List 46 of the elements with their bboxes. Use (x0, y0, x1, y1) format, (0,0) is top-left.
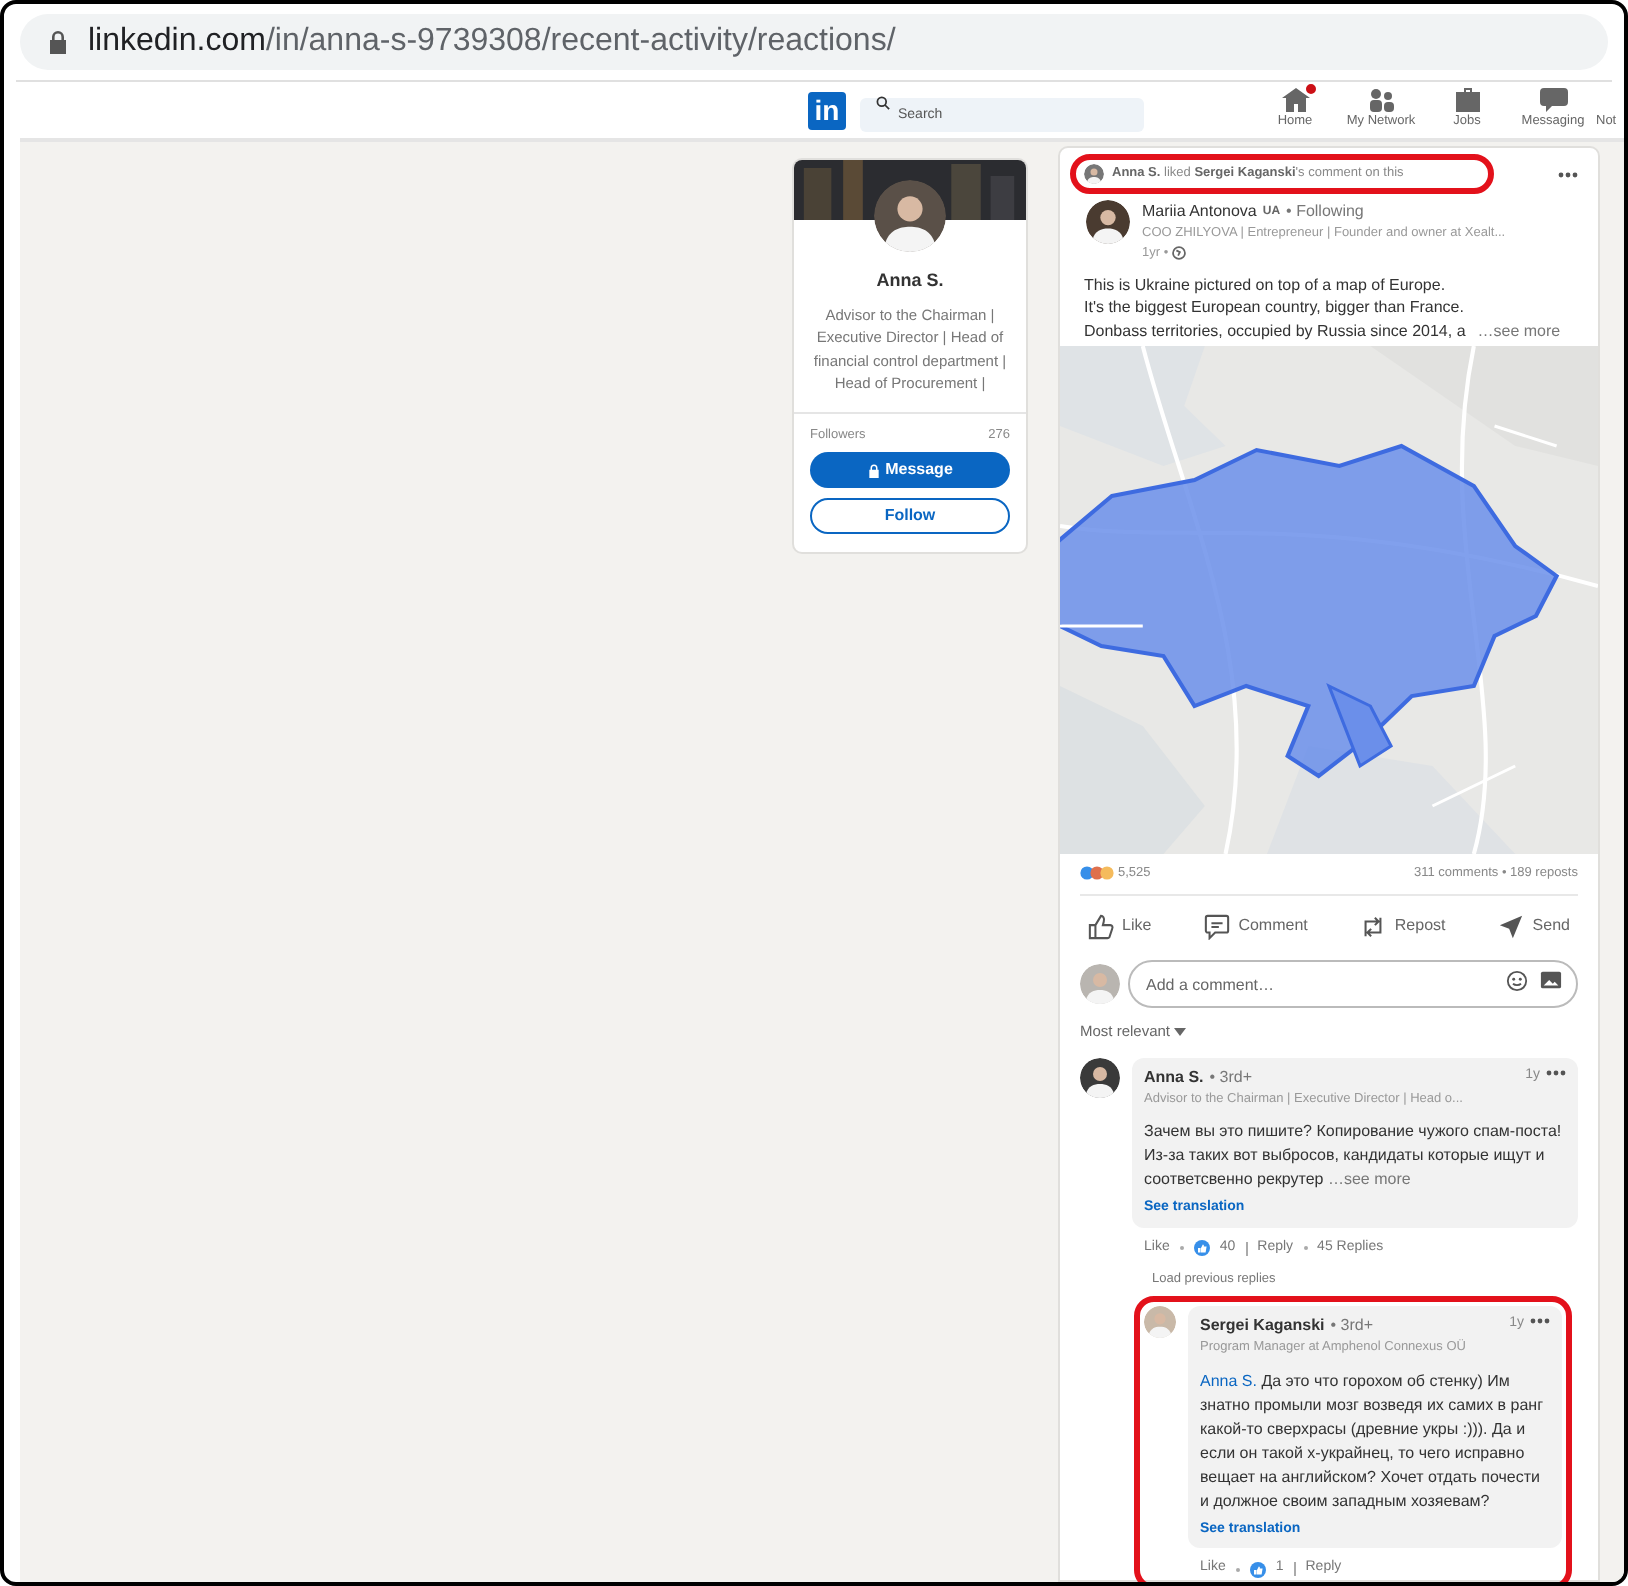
avatar[interactable] (874, 180, 946, 252)
avatar[interactable] (1080, 1057, 1120, 1097)
chat-bubble-icon (1539, 88, 1567, 113)
emoji-icon[interactable] (1506, 969, 1528, 992)
post-text-line: It's the biggest European country, bigger than France. (1084, 296, 1464, 319)
profile-name[interactable]: Anna S. (810, 268, 1010, 295)
like-reaction-icon (1249, 1561, 1266, 1577)
home-icon (1281, 88, 1309, 113)
follow-button[interactable]: Follow (810, 498, 1010, 535)
connection-degree: • 3rd+ (1209, 1065, 1253, 1089)
paper-plane-icon (1498, 913, 1525, 940)
following-status: • Following (1286, 200, 1364, 224)
lock-icon (48, 30, 68, 54)
post-action-button[interactable]: Like (1088, 907, 1152, 946)
post-action-button[interactable]: Repost (1360, 907, 1446, 946)
avatar[interactable] (1086, 200, 1130, 244)
search-icon (876, 96, 890, 110)
comment-field[interactable]: Add a comment… (1128, 960, 1578, 1009)
caret-icon (1174, 1027, 1187, 1036)
speech-bubble-icon (1204, 913, 1231, 940)
comment-text: Зачем вы это пишите? Копирование чужого спам-поста! Из-за таких вот выбросов, кандидаты которые ищут и соответсвенно рекрутер …see more (1144, 1120, 1564, 1193)
logo[interactable]: in (808, 91, 846, 129)
author-name[interactable]: Mariia Antonova (1142, 200, 1257, 224)
briefcase-icon (1453, 88, 1481, 113)
more-icon[interactable] (1558, 171, 1578, 177)
repost-arrows-icon (1360, 913, 1387, 940)
see-more-link[interactable]: …see more (1477, 319, 1561, 342)
commenter-name[interactable]: Sergei Kaganski (1200, 1314, 1325, 1338)
more-icon[interactable] (1530, 1318, 1550, 1324)
like-reaction-icon (1193, 1240, 1210, 1256)
commenter-name[interactable]: Anna S. (1144, 1065, 1204, 1089)
lock-icon (867, 463, 880, 478)
comment-text: Anna S. Да это что горохом об стенку) Им знатно промыли мозг возведя их самих в ранг какой-то сверхрасы (древние укры :))). Да и если он такой х-украйнец, то чего исправно вещает на английском? Хочет отдать почести и должное своим западным хозяевам? (1200, 1369, 1546, 1514)
connection-degree: • 3rd+ (1330, 1314, 1374, 1338)
post-text-line: Donbass territories, occupied by Russia since 2014, a (1084, 319, 1466, 342)
reactions-icon (1080, 866, 1114, 881)
address-text: linkedin.com/in/anna-s-9739308/recent-activity/reactions/ (88, 22, 896, 62)
more-icon[interactable] (1546, 1069, 1566, 1075)
post-action-button[interactable]: Send (1498, 907, 1570, 946)
people-icon (1367, 88, 1395, 113)
image-icon[interactable] (1540, 969, 1562, 990)
post-text-line: This is Ukraine pictured on top of a map of Europe. (1084, 273, 1446, 296)
message-button[interactable]: Message (810, 452, 1010, 489)
address-bar[interactable]: linkedin.com/in/anna-s-9739308/recent-activity/reactions/ (20, 14, 1608, 70)
thumbs-up-icon (1088, 913, 1114, 940)
post-action-button[interactable]: Comment (1204, 907, 1308, 946)
